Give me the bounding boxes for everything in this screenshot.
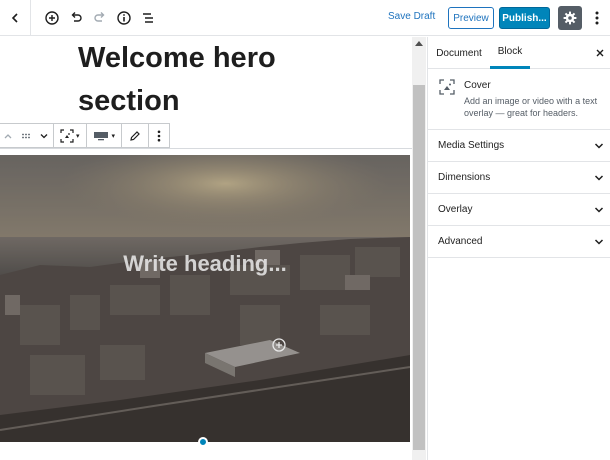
block-type-button[interactable]: ▾ (54, 124, 86, 147)
plus-circle-icon (45, 11, 59, 25)
chevron-down-icon (594, 239, 604, 245)
scroll-thumb[interactable] (413, 85, 425, 450)
pencil-icon (130, 130, 140, 141)
block-outline (0, 148, 412, 149)
chevron-down-icon (594, 175, 604, 181)
block-more-options-button[interactable] (149, 124, 169, 147)
chevron-down-icon (594, 143, 604, 149)
more-options-button[interactable] (585, 6, 609, 30)
settings-button[interactable] (558, 6, 582, 30)
editor-header: Save Draft Preview Publish... (0, 0, 610, 36)
redo-button[interactable] (88, 6, 112, 30)
block-mover (0, 124, 54, 147)
scroll-up-arrow-icon[interactable] (415, 41, 423, 46)
resize-handle[interactable] (198, 437, 208, 447)
header-divider (30, 0, 31, 36)
chevron-down-icon (594, 207, 604, 213)
drag-handle[interactable] (17, 124, 35, 147)
move-down-button[interactable] (35, 124, 53, 147)
cover-block-icon (439, 79, 455, 95)
publish-button[interactable]: Publish... (499, 7, 550, 29)
undo-icon (71, 12, 82, 22)
info-button[interactable] (112, 6, 136, 30)
block-navigation-button[interactable] (136, 6, 160, 30)
full-width-icon (93, 131, 108, 140)
alignment-group: ▾ (87, 124, 123, 147)
panel-overlay[interactable]: Overlay (428, 194, 610, 226)
panel-label: Overlay (438, 204, 473, 215)
gear-icon (563, 11, 577, 25)
more-vertical-icon (595, 11, 599, 25)
panel-dimensions[interactable]: Dimensions (428, 162, 610, 194)
edit-group (122, 124, 150, 147)
align-button[interactable]: ▾ (87, 124, 122, 147)
post-title[interactable]: Welcome hero section (78, 37, 378, 123)
add-block-button[interactable] (40, 6, 64, 30)
chevron-up-icon (4, 133, 12, 138)
panel-label: Advanced (438, 236, 483, 247)
undo-button[interactable] (64, 6, 88, 30)
redo-icon (94, 12, 105, 22)
preview-button[interactable]: Preview (448, 7, 494, 29)
editor-scrollbar[interactable] (412, 37, 426, 460)
drag-handle-icon (22, 133, 30, 138)
cover-block[interactable]: Write heading... (0, 155, 410, 442)
block-card-description: Add an image or video with a text overla… (464, 96, 598, 118)
save-draft-button[interactable]: Save Draft (388, 11, 435, 22)
panel-label: Dimensions (438, 172, 491, 183)
block-card: Cover Add an image or video with a text … (428, 69, 610, 130)
tab-block[interactable]: Block (490, 37, 530, 69)
cover-background-image (0, 155, 410, 442)
panel-advanced[interactable]: Advanced (428, 226, 610, 258)
chevron-down-icon (40, 133, 48, 138)
block-toolbar: ▾ ▾ (0, 123, 171, 148)
close-icon[interactable] (594, 47, 606, 59)
more-vertical-icon (157, 130, 161, 141)
editor-canvas: Welcome hero section ▾ ▾ Write heading..… (0, 37, 412, 460)
info-icon (117, 11, 131, 25)
block-card-title: Cover (464, 80, 491, 91)
sidebar-tabs: Document Block (428, 37, 610, 69)
more-group (149, 124, 169, 147)
cover-block-icon (60, 128, 74, 143)
settings-sidebar: Document Block Cover Add an image or vid… (427, 37, 610, 460)
back-button[interactable] (3, 6, 27, 30)
panel-label: Media Settings (438, 140, 505, 151)
cover-heading[interactable]: Write heading... (120, 249, 290, 279)
list-icon (143, 13, 153, 23)
chevron-left-icon (11, 13, 18, 23)
plus-circle-icon[interactable] (272, 338, 286, 352)
edit-media-button[interactable] (122, 124, 148, 147)
move-up-button[interactable] (0, 124, 17, 147)
tab-document[interactable]: Document (432, 37, 486, 69)
panel-media-settings[interactable]: Media Settings (428, 130, 610, 162)
block-switcher: ▾ (54, 124, 87, 147)
